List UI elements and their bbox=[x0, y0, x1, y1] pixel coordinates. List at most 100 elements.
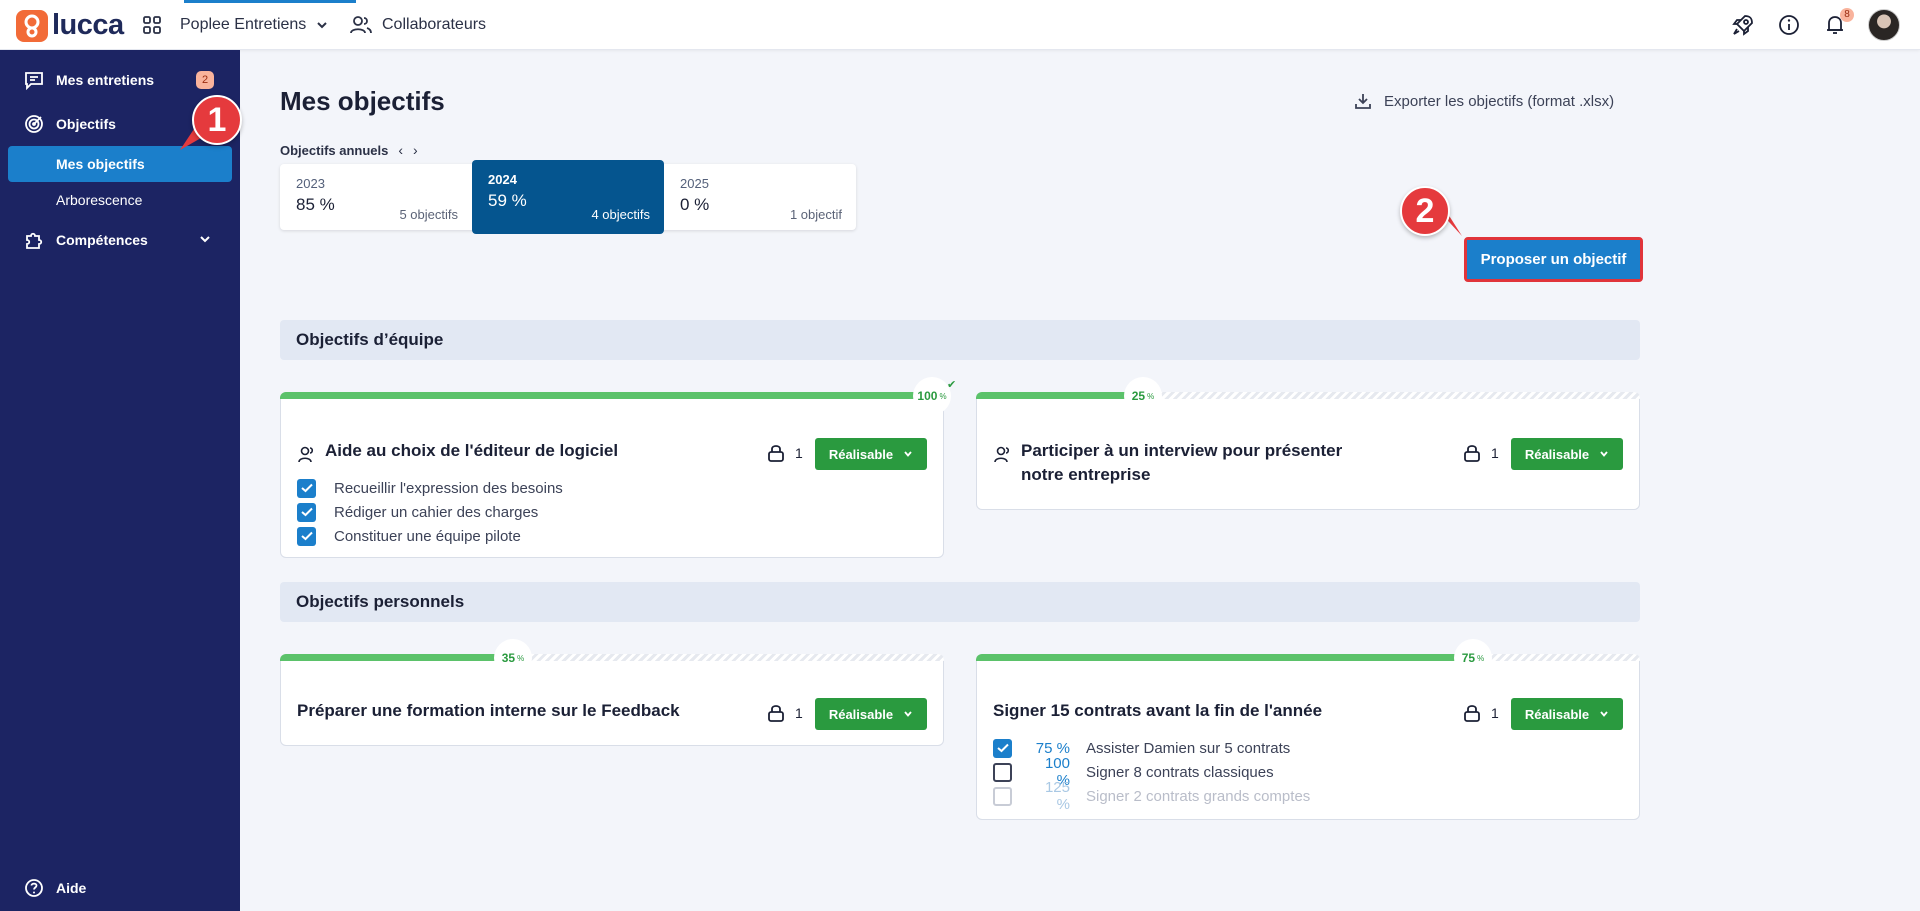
sidebar-item-competences[interactable]: Compétences bbox=[0, 222, 240, 258]
subtask-label: Constituer une équipe pilote bbox=[334, 527, 521, 545]
top-bar: lucca Poplee Entretiens Collaborateurs 8 bbox=[0, 0, 1920, 50]
lock-icon bbox=[768, 445, 784, 462]
subtask-percent: 125 % bbox=[1044, 779, 1070, 813]
page-title: Mes objectifs bbox=[280, 86, 445, 116]
lock-indicator: 1 bbox=[767, 703, 803, 723]
lock-indicator: 1 bbox=[1463, 443, 1499, 463]
objective-card[interactable]: 75% Signer 15 contrats avant la fin de l… bbox=[976, 639, 1640, 820]
user-avatar[interactable] bbox=[1868, 9, 1900, 41]
status-dropdown[interactable]: Réalisable bbox=[1511, 698, 1623, 730]
year-tab-2025[interactable]: 2025 0 % 1 objectif bbox=[664, 164, 856, 230]
propose-objective-button[interactable]: Proposer un objectif bbox=[1467, 240, 1640, 279]
percent-value: 75 bbox=[1461, 651, 1476, 665]
chevron-down-icon bbox=[1600, 451, 1608, 457]
progress-percent: 35% bbox=[494, 639, 532, 677]
collaborators-label: Collaborateurs bbox=[382, 16, 487, 33]
checkbox-unchecked[interactable] bbox=[993, 762, 1012, 782]
rocket-icon[interactable] bbox=[1730, 12, 1756, 38]
annual-objectives-label: Objectifs annuels ‹ › bbox=[280, 142, 418, 158]
status-label: Réalisable bbox=[828, 706, 894, 722]
sidebar-item-label: Objectifs bbox=[56, 116, 116, 132]
lock-count: 1 bbox=[1491, 705, 1499, 721]
lock-count: 1 bbox=[795, 705, 803, 721]
collaborators-link[interactable]: Collaborateurs bbox=[350, 0, 486, 50]
chevron-down-icon bbox=[904, 451, 912, 457]
progress-bar bbox=[976, 392, 1640, 399]
checkbox-checked[interactable] bbox=[297, 502, 316, 522]
checkbox-unchecked[interactable] bbox=[993, 786, 1012, 806]
chevron-left-icon[interactable]: ‹ bbox=[398, 142, 403, 158]
chevron-right-icon[interactable]: › bbox=[413, 142, 418, 158]
lock-icon bbox=[768, 705, 784, 722]
percent-value: 35 bbox=[501, 651, 516, 665]
status-label: Réalisable bbox=[1524, 446, 1590, 462]
status-label: Réalisable bbox=[1524, 706, 1590, 722]
status-dropdown[interactable]: Réalisable bbox=[815, 438, 927, 470]
target-icon bbox=[25, 115, 43, 133]
objective-title[interactable]: Aide au choix de l'éditeur de logiciel bbox=[325, 439, 618, 463]
year-count: 5 objectifs bbox=[399, 207, 458, 222]
progress-fill bbox=[280, 654, 513, 661]
subtask-label: Rédiger un cahier des charges bbox=[334, 503, 539, 521]
step-marker-2: 2 bbox=[1400, 186, 1450, 236]
objective-title[interactable]: Signer 15 contrats avant la fin de l'ann… bbox=[993, 699, 1322, 723]
year-count: 1 objectif bbox=[789, 207, 842, 222]
info-icon[interactable] bbox=[1776, 12, 1802, 38]
entretiens-count-badge: 2 bbox=[196, 71, 214, 89]
sidebar: Mes entretiens 2 Objectifs Mes objectifs… bbox=[0, 50, 240, 911]
subtask-row: 125 % Signer 2 contrats grands comptes bbox=[993, 779, 1310, 813]
year-count: 4 objectifs bbox=[591, 207, 650, 222]
objective-card[interactable]: 35% Préparer une formation interne sur l… bbox=[280, 639, 944, 746]
year-label: 2024 bbox=[488, 172, 517, 187]
subtask-percent: 75 % bbox=[1035, 739, 1070, 757]
year-selector: 2023 85 % 5 objectifs 2024 59 % 4 object… bbox=[280, 160, 856, 234]
download-icon bbox=[1355, 94, 1371, 109]
percent-unit: % bbox=[939, 391, 947, 401]
help-link[interactable]: Aide bbox=[24, 878, 86, 898]
checkbox-checked[interactable] bbox=[297, 478, 316, 498]
year-tab-2023[interactable]: 2023 85 % 5 objectifs bbox=[280, 164, 472, 230]
team-users-icon bbox=[298, 446, 314, 463]
main-content: Mes objectifs Exporter les objectifs (fo… bbox=[240, 50, 1920, 911]
percent-unit: % bbox=[1147, 391, 1155, 401]
progress-fill bbox=[976, 392, 1142, 399]
logo-text: lucca bbox=[52, 9, 124, 41]
chevron-down-icon bbox=[904, 711, 912, 717]
module-switcher[interactable]: Poplee Entretiens bbox=[142, 0, 357, 50]
status-dropdown[interactable]: Réalisable bbox=[1511, 438, 1623, 470]
progress-fill bbox=[280, 392, 944, 399]
lock-count: 1 bbox=[1491, 445, 1499, 461]
export-label: Exporter les objectifs (format .xlsx) bbox=[1384, 92, 1615, 110]
users-icon bbox=[350, 16, 372, 34]
chat-icon bbox=[25, 72, 43, 90]
progress-bar bbox=[280, 654, 944, 661]
lock-count: 1 bbox=[795, 445, 803, 461]
sidebar-item-arborescence[interactable]: Arborescence bbox=[8, 182, 232, 218]
bell-icon[interactable]: 8 bbox=[1822, 8, 1854, 38]
progress-percent: 100% bbox=[913, 377, 951, 415]
objective-card[interactable]: 25% Participer à un interview pour prése… bbox=[976, 377, 1640, 510]
objective-title[interactable]: Préparer une formation interne sur le Fe… bbox=[297, 699, 680, 723]
objective-title[interactable]: Participer à un interview pour présenter… bbox=[1021, 439, 1342, 487]
subtask-row: Constituer une équipe pilote bbox=[297, 525, 521, 547]
propose-highlight: Proposer un objectif bbox=[1464, 237, 1643, 282]
help-circle-icon bbox=[25, 879, 43, 897]
export-objectives-button[interactable]: Exporter les objectifs (format .xlsx) bbox=[1354, 92, 1614, 110]
lucca-logo[interactable]: lucca bbox=[16, 9, 124, 42]
year-label: 2025 bbox=[680, 176, 709, 191]
year-tab-2024[interactable]: 2024 59 % 4 objectifs bbox=[472, 160, 664, 234]
chevron-down-icon bbox=[317, 22, 328, 29]
status-label: Réalisable bbox=[828, 446, 894, 462]
progress-fill bbox=[976, 654, 1474, 661]
title-line: notre entreprise bbox=[1021, 465, 1151, 484]
status-dropdown[interactable]: Réalisable bbox=[815, 698, 927, 730]
objective-card[interactable]: 100% ✔ Aide au choix de l'éditeur de log… bbox=[280, 377, 956, 558]
checkbox-checked[interactable] bbox=[297, 526, 316, 546]
sidebar-item-mes-entretiens[interactable]: Mes entretiens 2 bbox=[0, 62, 240, 98]
lock-indicator: 1 bbox=[1463, 703, 1499, 723]
progress-percent: 25% bbox=[1124, 377, 1162, 415]
percent-value: 100 bbox=[917, 389, 938, 403]
complete-check-icon: ✔ bbox=[947, 379, 957, 391]
checkbox-checked[interactable] bbox=[993, 738, 1012, 758]
personal-objectives-header: Objectifs personnels bbox=[280, 582, 1640, 622]
